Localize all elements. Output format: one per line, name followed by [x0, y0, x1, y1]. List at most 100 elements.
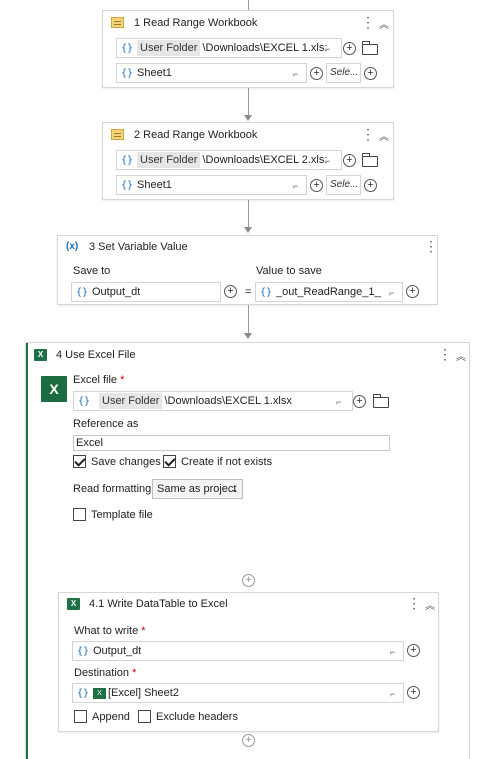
read-range-icon: [111, 129, 124, 140]
expression-icon[interactable]: {}: [74, 396, 94, 407]
connector-arrow: [244, 227, 252, 233]
plus-icon[interactable]: +: [364, 179, 377, 192]
user-folder-chip: User Folder: [137, 40, 201, 56]
expression-icon[interactable]: {}: [117, 180, 137, 191]
exclude-headers-label: Exclude headers: [156, 711, 238, 723]
activity-title: 4.1 Write DataTable to Excel: [89, 598, 228, 610]
excel-icon: X: [34, 349, 47, 361]
expression-icon[interactable]: {}: [117, 155, 137, 166]
select-range-field[interactable]: Sele...: [326, 63, 361, 83]
workbook-path-field[interactable]: {} User Folder \Downloads\EXCEL 2.xls:: [116, 150, 342, 170]
expression-icon[interactable]: {}: [73, 646, 93, 657]
more-options-icon[interactable]: ⋮: [438, 346, 452, 363]
more-options-icon[interactable]: ⋮: [361, 14, 375, 31]
collapse-icon[interactable]: ︽: [379, 16, 389, 31]
expand-editor-icon[interactable]: ⌐: [390, 647, 395, 657]
sheet-field[interactable]: {} Sheet1: [116, 63, 307, 83]
expand-editor-icon[interactable]: ⌐: [325, 156, 330, 166]
activity-read-range-2[interactable]: 2 Read Range Workbook ⋮ ︽ {} User Folder…: [102, 122, 394, 200]
chevron-down-icon: ⌄: [230, 484, 238, 494]
more-options-icon[interactable]: ⋮: [424, 238, 438, 255]
plus-icon[interactable]: +: [343, 42, 356, 55]
activity-title: 1 Read Range Workbook: [134, 17, 258, 29]
path-text: \Downloads\EXCEL 1.xls:: [202, 42, 328, 54]
read-formatting-label: Read formatting: [73, 483, 152, 495]
add-activity-icon[interactable]: +: [242, 574, 255, 587]
plus-icon[interactable]: +: [343, 154, 356, 167]
expand-editor-icon[interactable]: ⌐: [390, 689, 395, 699]
append-checkbox[interactable]: [74, 710, 87, 723]
sheet-value: Sheet1: [137, 179, 172, 191]
plus-icon[interactable]: +: [310, 179, 323, 192]
plus-icon[interactable]: +: [406, 285, 419, 298]
expand-editor-icon[interactable]: ⌐: [389, 288, 394, 298]
expression-icon[interactable]: {}: [117, 68, 137, 79]
select-range-field[interactable]: Sele...: [326, 175, 361, 195]
template-file-label: Template file: [91, 509, 153, 521]
exclude-headers-checkbox[interactable]: [138, 710, 151, 723]
more-options-icon[interactable]: ⋮: [361, 126, 375, 143]
expression-icon[interactable]: {}: [256, 287, 276, 298]
plus-icon[interactable]: +: [310, 67, 323, 80]
excel-file-path-field[interactable]: {} User Folder \Downloads\EXCEL 1.xlsx: [73, 391, 353, 411]
more-options-icon[interactable]: ⋮: [407, 595, 421, 612]
sheet-value: Sheet1: [137, 67, 172, 79]
collapse-icon[interactable]: ︽: [456, 348, 466, 363]
activity-read-range-1[interactable]: 1 Read Range Workbook ⋮ ︽ {} User Folder…: [102, 10, 394, 88]
activity-title: 4 Use Excel File: [56, 349, 136, 361]
template-file-checkbox[interactable]: [73, 508, 86, 521]
read-range-icon: [111, 17, 124, 28]
save-to-label: Save to: [73, 265, 111, 277]
destination-label: Destination *: [74, 667, 137, 679]
user-folder-chip: User Folder: [137, 152, 201, 168]
value-to-save-label: Value to save: [256, 265, 322, 277]
sheet-field[interactable]: {} Sheet1: [116, 175, 307, 195]
reference-as-input[interactable]: Excel: [73, 435, 390, 451]
reference-as-label: Reference as: [73, 418, 139, 430]
expand-editor-icon[interactable]: ⌐: [293, 181, 298, 191]
variable-icon: (x): [66, 241, 79, 252]
create-if-not-exists-checkbox[interactable]: [163, 455, 176, 468]
destination-value: [Excel] Sheet2: [108, 687, 179, 699]
connector-line: [248, 200, 249, 227]
folder-icon[interactable]: [362, 153, 378, 167]
expand-editor-icon[interactable]: ⌐: [293, 69, 298, 79]
read-formatting-dropdown[interactable]: Same as project ⌄: [152, 479, 243, 499]
what-to-write-label: What to write *: [74, 625, 146, 637]
scope-border: [26, 343, 28, 759]
collapse-icon[interactable]: ︽: [425, 597, 435, 612]
collapse-icon[interactable]: ︽: [379, 128, 389, 143]
plus-icon[interactable]: +: [407, 686, 420, 699]
plus-icon[interactable]: +: [364, 67, 377, 80]
expression-icon[interactable]: {}: [72, 287, 92, 298]
connector-arrow: [244, 115, 252, 121]
workbook-path-field[interactable]: {} User Folder \Downloads\EXCEL 1.xls:: [116, 38, 342, 58]
what-to-write-field[interactable]: {} Output_dt: [72, 641, 404, 661]
expression-icon[interactable]: {}: [117, 43, 137, 54]
expand-editor-icon[interactable]: ⌐: [325, 44, 330, 54]
activity-set-variable[interactable]: (x) 3 Set Variable Value ⋮ Save to Value…: [57, 235, 438, 305]
expand-editor-icon[interactable]: ⌐: [336, 397, 341, 407]
plus-icon[interactable]: +: [353, 395, 366, 408]
folder-icon[interactable]: [362, 41, 378, 55]
excel-file-icon: X: [41, 376, 67, 402]
folder-icon[interactable]: [373, 394, 389, 408]
save-changes-checkbox[interactable]: [73, 455, 86, 468]
value-to-save-field[interactable]: {} _out_ReadRange_1__...: [255, 282, 403, 302]
connector-line: [248, 88, 249, 115]
read-formatting-value: Same as project: [157, 483, 237, 495]
excel-icon: X: [67, 598, 80, 610]
connector-arrow: [244, 333, 252, 339]
excel-sheet-icon: X: [93, 687, 106, 699]
activity-write-datatable[interactable]: X 4.1 Write DataTable to Excel ⋮ ︽ What …: [58, 592, 439, 732]
create-if-not-exists-label: Create if not exists: [181, 456, 273, 468]
activity-use-excel-file[interactable]: X 4 Use Excel File ⋮ ︽ X Excel file * {}…: [25, 342, 470, 759]
add-activity-icon[interactable]: +: [242, 734, 255, 747]
destination-field[interactable]: {} X [Excel] Sheet2: [72, 683, 404, 703]
plus-icon[interactable]: +: [224, 285, 237, 298]
activity-title: 3 Set Variable Value: [89, 241, 188, 253]
plus-icon[interactable]: +: [407, 644, 420, 657]
expression-icon[interactable]: {}: [73, 688, 93, 699]
save-to-field[interactable]: {} Output_dt: [71, 282, 221, 302]
excel-file-label: Excel file *: [73, 374, 125, 386]
